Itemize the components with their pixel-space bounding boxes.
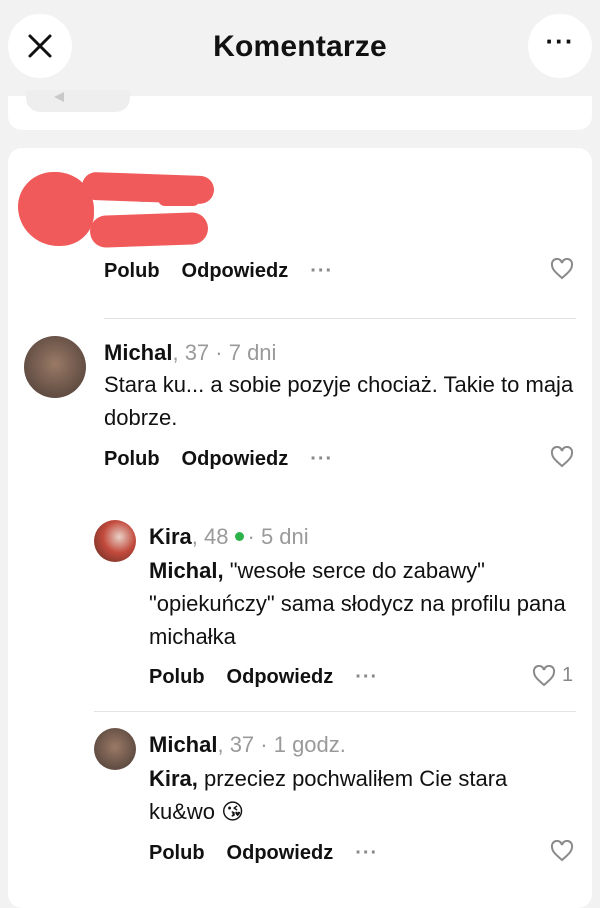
heart-icon xyxy=(532,664,556,686)
like-button[interactable]: Polub xyxy=(149,842,205,864)
online-indicator xyxy=(234,532,244,542)
comment-author[interactable]: Michal xyxy=(149,732,217,757)
comment-text: Michal, "wesołe serce do zabawy" "opieku… xyxy=(149,558,566,649)
more-icon[interactable]: ··· xyxy=(310,448,333,470)
more-options-button[interactable]: ··· xyxy=(528,14,592,78)
page-title: Komentarze xyxy=(213,30,387,63)
more-icon: ··· xyxy=(545,26,575,56)
reply-button[interactable]: Odpowiedz xyxy=(227,666,334,688)
mention[interactable]: Kira, xyxy=(149,766,198,791)
heart-icon xyxy=(550,840,574,862)
heart-button[interactable] xyxy=(550,446,574,468)
comment-text: Stara ku... a sobie pozyje chociaż. Taki… xyxy=(104,372,574,430)
comment-actions: Polub Odpowiedz ··· xyxy=(104,448,355,471)
comment-time: · 1 godz. xyxy=(254,732,346,757)
previous-card-pill xyxy=(26,90,130,112)
heart-button[interactable] xyxy=(550,258,574,280)
reply-button[interactable]: Odpowiedz xyxy=(227,842,334,864)
heart-icon xyxy=(550,446,574,468)
comment-actions: Polub Odpowiedz ··· xyxy=(104,260,355,283)
more-icon[interactable]: ··· xyxy=(355,666,378,688)
author-age: , 37 xyxy=(217,732,255,757)
comments-card: · 3 dni PolubOdpowiedz··· Michal, 37 · 7… xyxy=(8,148,592,908)
reply-button[interactable]: Odpowiedz xyxy=(182,260,289,282)
like-button[interactable]: Polub xyxy=(104,260,160,282)
divider xyxy=(104,318,576,319)
author-age: , 48 xyxy=(191,524,229,549)
reply-button[interactable]: Odpowiedz xyxy=(182,448,289,470)
censor-mark xyxy=(89,211,209,249)
comment-author[interactable]: Kira xyxy=(149,524,192,549)
more-icon[interactable]: ··· xyxy=(310,260,333,282)
comment-actions: Polub Odpowiedz ··· xyxy=(149,842,400,865)
comment-meta: Michal, 37 · 1 godz. xyxy=(149,732,346,758)
comment-text: Kira, przeciez pochwaliłem Cie stara ku&… xyxy=(149,766,508,824)
comment-time: · 7 dni xyxy=(209,340,277,365)
comment-meta: Michal, 37 · 7 dni xyxy=(104,340,276,366)
like-button[interactable]: Polub xyxy=(104,448,160,470)
comment-actions: Polub Odpowiedz ··· xyxy=(149,666,400,689)
previous-card xyxy=(8,90,592,130)
comment-meta: Kira, 48 · 5 dni xyxy=(149,524,309,550)
censor-mark xyxy=(158,192,200,206)
author-age: , 37 xyxy=(172,340,210,365)
avatar[interactable] xyxy=(94,520,136,562)
heart-button[interactable]: 1 xyxy=(532,664,573,687)
comment-author[interactable]: Michal xyxy=(104,340,172,365)
comment-time: · 5 dni xyxy=(247,524,309,549)
avatar[interactable] xyxy=(94,728,136,770)
header: Komentarze ··· xyxy=(0,0,600,96)
divider xyxy=(94,711,576,712)
mention[interactable]: Michal, xyxy=(149,558,224,583)
like-count: 1 xyxy=(562,664,574,686)
like-button[interactable]: Polub xyxy=(149,666,205,688)
heart-button[interactable] xyxy=(550,840,574,862)
avatar[interactable] xyxy=(24,336,86,398)
more-icon[interactable]: ··· xyxy=(355,842,378,864)
heart-icon xyxy=(550,258,574,280)
